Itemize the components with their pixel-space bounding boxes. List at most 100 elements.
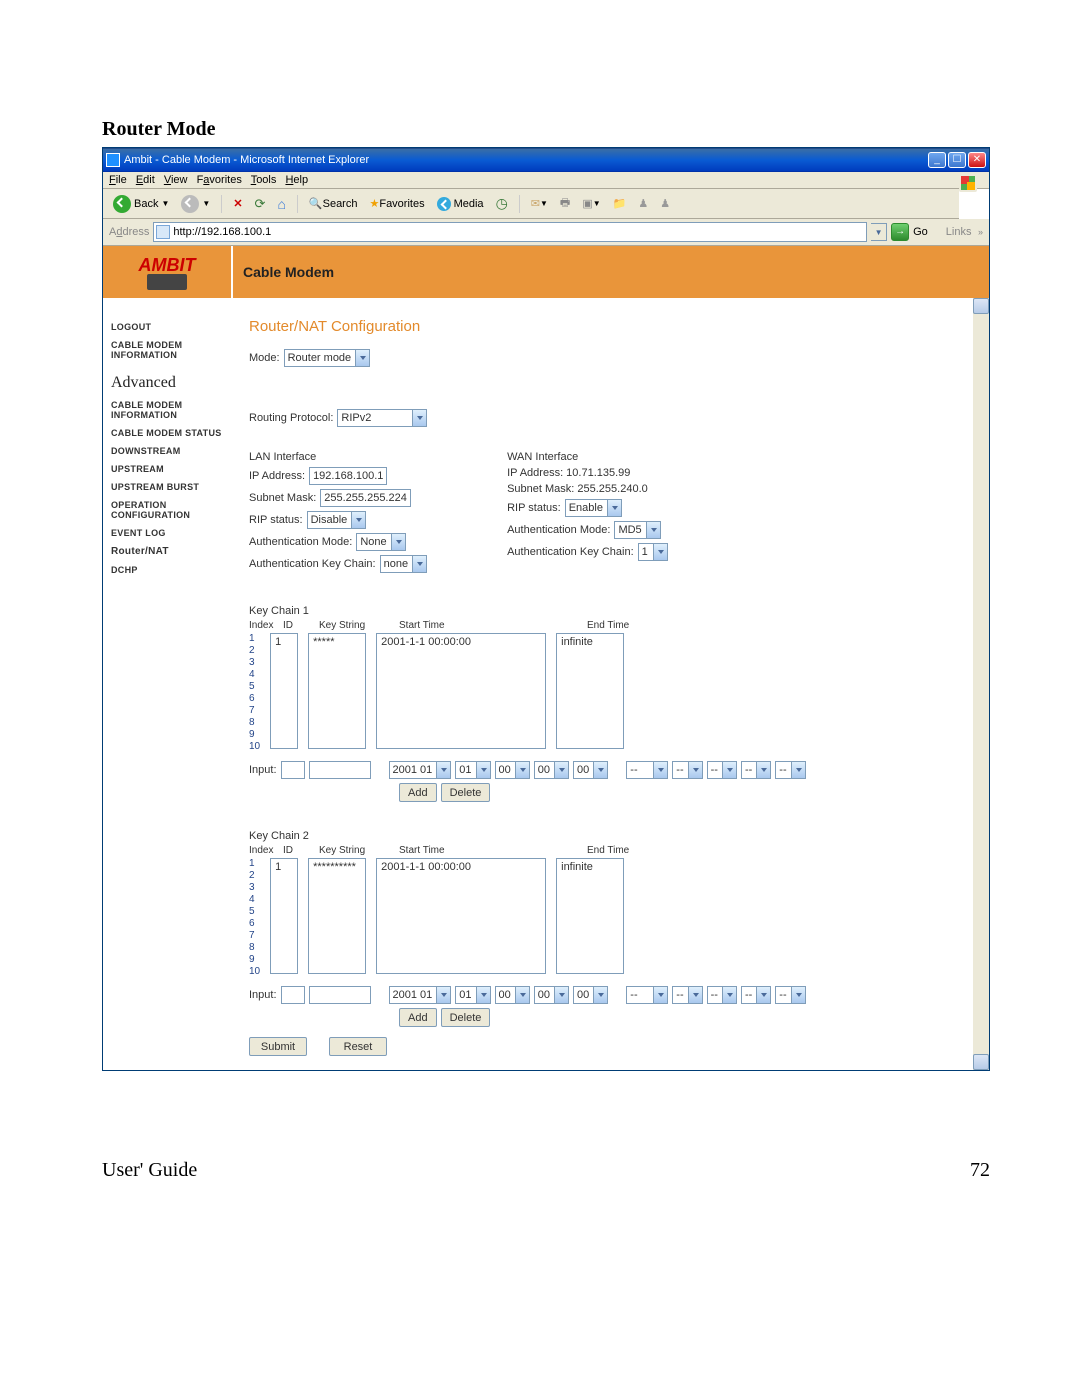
menu-file[interactable]: File — [109, 174, 127, 186]
kc2-end-2[interactable]: -- — [672, 986, 702, 1004]
menu-tools[interactable]: Tools — [251, 174, 277, 186]
kc1-end-2[interactable]: -- — [672, 761, 702, 779]
kc1-end-3[interactable]: -- — [707, 761, 737, 779]
nav-cm-info[interactable]: CABLE MODEM INFORMATION — [111, 340, 225, 360]
go-label: Go — [913, 226, 928, 238]
kc1-input-ks[interactable] — [309, 761, 371, 779]
kc2-end-4[interactable]: -- — [741, 986, 771, 1004]
folder-button[interactable]: 📁 — [609, 196, 631, 211]
wan-title: WAN Interface — [507, 451, 668, 463]
wan-akc-select[interactable]: 1 — [638, 543, 668, 561]
nav-upstream[interactable]: UPSTREAM — [111, 464, 225, 474]
kc1-st-list[interactable]: 2001-1-1 00:00:00 — [376, 633, 546, 749]
kc2-end-5[interactable]: -- — [775, 986, 805, 1004]
kc2-sel-m[interactable]: 00 — [534, 986, 569, 1004]
wan-rip-select[interactable]: Enable — [565, 499, 622, 517]
scroll-down-button[interactable] — [973, 1054, 989, 1070]
history-button[interactable]: ◷ — [492, 194, 512, 213]
nav-router-nat[interactable]: Router/NAT — [111, 546, 225, 557]
kc1-sel-m[interactable]: 00 — [534, 761, 569, 779]
close-button[interactable]: ✕ — [968, 152, 986, 168]
kc2-end-1[interactable]: -- — [626, 986, 668, 1004]
kc2-add-button[interactable]: Add — [399, 1008, 437, 1027]
nav-cm-info-2[interactable]: CABLE MODEM INFORMATION — [111, 400, 225, 420]
lan-akc-select[interactable]: none — [380, 555, 427, 573]
lan-mask-input[interactable]: 255.255.255.224 — [320, 489, 411, 507]
lan-rip-select[interactable]: Disable — [307, 511, 367, 529]
nav-op-config[interactable]: OPERATION CONFIGURATION — [111, 500, 225, 520]
lan-rip-label: RIP status: — [249, 514, 303, 526]
menu-view[interactable]: View — [164, 174, 188, 186]
kc2-delete-button[interactable]: Delete — [441, 1008, 491, 1027]
menu-help[interactable]: Help — [285, 174, 308, 186]
scroll-up-button[interactable] — [973, 298, 989, 314]
kc1-ks-list[interactable]: ***** — [308, 633, 366, 749]
kc2-et-list[interactable]: infinite — [556, 858, 624, 974]
nav-dchp[interactable]: DCHP — [111, 565, 225, 575]
menu-edit[interactable]: Edit — [136, 174, 155, 186]
print-button[interactable]: 🖶 — [556, 193, 574, 214]
kc1-sel-day[interactable]: 01 — [455, 761, 490, 779]
maximize-button[interactable]: ☐ — [948, 152, 966, 168]
routing-protocol-select[interactable]: RIPv2 — [337, 409, 427, 427]
edit-button[interactable]: ▣▼ — [578, 196, 604, 211]
nav-downstream[interactable]: DOWNSTREAM — [111, 446, 225, 456]
kc1-end-5[interactable]: -- — [775, 761, 805, 779]
kc2-sel-day[interactable]: 01 — [455, 986, 490, 1004]
media-button[interactable]: Media — [433, 196, 488, 212]
favorites-button[interactable]: ★Favorites — [365, 196, 428, 211]
forward-button[interactable]: ▼ — [177, 194, 214, 214]
footer-page-number: 72 — [970, 1159, 990, 1182]
back-button[interactable]: Back ▼ — [109, 194, 173, 214]
kc2-id-list[interactable]: 1 — [270, 858, 298, 974]
wan-rip-label: RIP status: — [507, 502, 561, 514]
search-button[interactable]: 🔍Search — [305, 196, 362, 211]
kc2-sel-h[interactable]: 00 — [495, 986, 530, 1004]
window-titlebar[interactable]: Ambit - Cable Modem - Microsoft Internet… — [103, 148, 989, 172]
kc2-sel-s[interactable]: 00 — [573, 986, 608, 1004]
lan-column: LAN Interface IP Address:192.168.100.1 S… — [249, 451, 427, 577]
go-button[interactable]: → — [891, 223, 909, 241]
nav-event-log[interactable]: EVENT LOG — [111, 528, 225, 538]
kc1-id-list[interactable]: 1 — [270, 633, 298, 749]
links-label[interactable]: Links — [946, 226, 972, 238]
kc2-input-label: Input: — [249, 989, 277, 1001]
kc1-hdr-index: Index — [249, 620, 283, 631]
messenger-icon-2[interactable]: ♟ — [656, 196, 674, 211]
menu-favorites[interactable]: Favorites — [197, 174, 242, 186]
reset-button[interactable]: Reset — [329, 1037, 387, 1056]
kc2-end-3[interactable]: -- — [707, 986, 737, 1004]
stop-button[interactable]: ✕ — [229, 196, 246, 211]
minimize-button[interactable]: _ — [928, 152, 946, 168]
kc2-sel-year[interactable]: 2001 01 — [389, 986, 452, 1004]
wan-auth-select[interactable]: MD5 — [614, 521, 660, 539]
kc1-sel-h[interactable]: 00 — [495, 761, 530, 779]
kc2-st-list[interactable]: 2001-1-1 00:00:00 — [376, 858, 546, 974]
lan-auth-select[interactable]: None — [356, 533, 405, 551]
lan-ip-input[interactable]: 192.168.100.1 — [309, 467, 387, 485]
kc1-et-list[interactable]: infinite — [556, 633, 624, 749]
vertical-scrollbar[interactable] — [973, 298, 989, 1070]
kc1-end-1[interactable]: -- — [626, 761, 668, 779]
page-heading: Router Mode — [102, 118, 990, 141]
mail-button[interactable]: ✉▼ — [527, 196, 552, 211]
nav-upstream-burst[interactable]: UPSTREAM BURST — [111, 482, 225, 492]
refresh-button[interactable]: ⟳ — [251, 195, 270, 213]
address-dropdown[interactable]: ▼ — [871, 223, 887, 241]
kc2-input-ks[interactable] — [309, 986, 371, 1004]
kc2-ks-list[interactable]: ********** — [308, 858, 366, 974]
submit-button[interactable]: Submit — [249, 1037, 307, 1056]
mode-select[interactable]: Router mode — [284, 349, 371, 367]
kc1-input-id[interactable] — [281, 761, 305, 779]
kc1-end-4[interactable]: -- — [741, 761, 771, 779]
nav-logout[interactable]: LOGOUT — [111, 322, 225, 332]
kc1-sel-year[interactable]: 2001 01 — [389, 761, 452, 779]
kc2-input-id[interactable] — [281, 986, 305, 1004]
kc1-sel-s[interactable]: 00 — [573, 761, 608, 779]
messenger-icon[interactable]: ♟ — [634, 196, 652, 211]
home-button[interactable]: ⌂ — [273, 195, 289, 213]
kc1-delete-button[interactable]: Delete — [441, 783, 491, 802]
kc1-add-button[interactable]: Add — [399, 783, 437, 802]
address-input[interactable]: http://192.168.100.1 — [153, 222, 867, 242]
nav-cm-status[interactable]: CABLE MODEM STATUS — [111, 428, 225, 438]
